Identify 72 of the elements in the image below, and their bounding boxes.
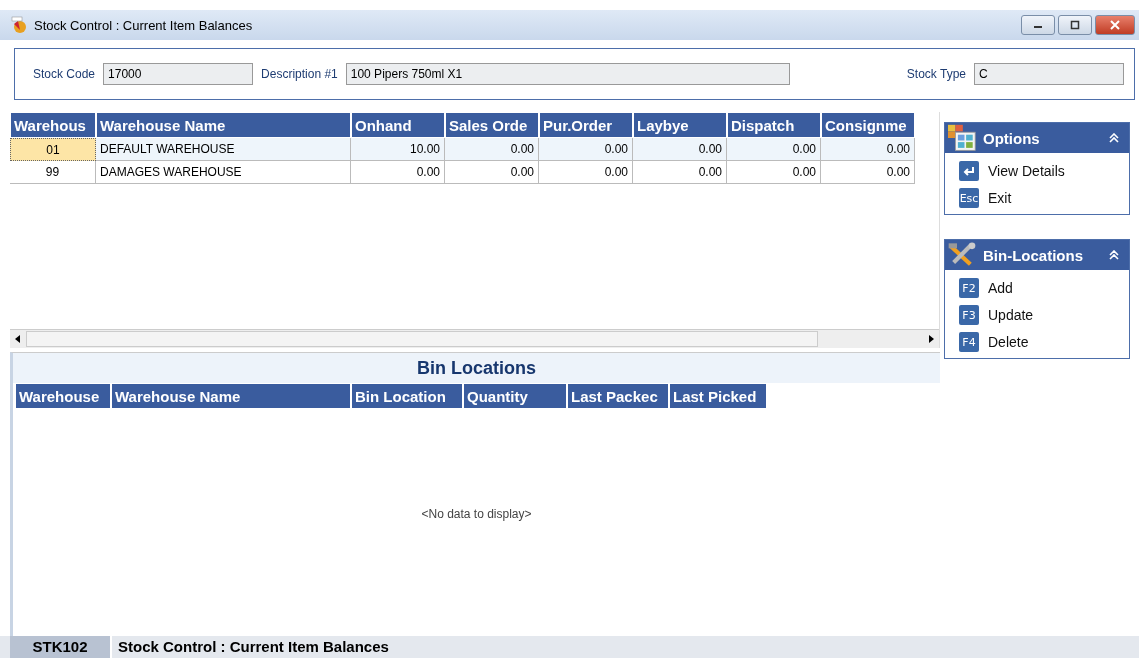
- menu-item[interactable]: Esc Exit: [959, 188, 1129, 208]
- scroll-left-icon: [14, 334, 22, 344]
- column-header[interactable]: Last Packec: [567, 383, 669, 409]
- maximize-button[interactable]: [1058, 15, 1092, 35]
- menu-item-label: Exit: [988, 190, 1012, 206]
- table-cell: 0.00: [539, 138, 633, 161]
- input-field[interactable]: 100 Pipers 750ml X1: [345, 63, 790, 85]
- close-icon: [1110, 20, 1120, 30]
- table-cell: 0.00: [633, 138, 727, 161]
- tiles-icon: [947, 124, 977, 152]
- table-cell: 0.00: [727, 138, 821, 161]
- section-title: Bin Locations: [417, 357, 536, 379]
- menu-item-label: View Details: [988, 163, 1065, 179]
- tools-icon: [947, 242, 977, 268]
- column-header[interactable]: Warehouse Name: [96, 112, 351, 138]
- key-badge: F3: [959, 305, 979, 325]
- enter-key-icon: [959, 161, 979, 181]
- empty-message: <No data to display>: [421, 507, 532, 521]
- menu-item[interactable]: F3 Update: [959, 305, 1129, 325]
- key-badge: F4: [959, 332, 979, 352]
- minimize-button[interactable]: [1021, 15, 1055, 35]
- column-header[interactable]: Quantity: [463, 383, 567, 409]
- table-cell: 0.00: [727, 161, 821, 184]
- table-cell: 01: [10, 138, 96, 161]
- key-badge: Esc: [959, 188, 979, 208]
- collapse-icon: [1109, 250, 1119, 260]
- field-label: Stock Type: [906, 67, 966, 81]
- table-cell: 0.00: [445, 161, 539, 184]
- input-field[interactable]: C: [974, 63, 1124, 85]
- status-text: Stock Control : Current Item Balances: [110, 636, 389, 658]
- key-badge: F2: [959, 278, 979, 298]
- column-header[interactable]: Pur.Order: [539, 112, 633, 138]
- scroll-thumb[interactable]: [26, 331, 818, 347]
- table-cell: 0.00: [821, 138, 915, 161]
- column-header[interactable]: Bin Location: [351, 383, 463, 409]
- column-header[interactable]: Warehouse: [15, 383, 111, 409]
- field-label: Stock Code: [33, 67, 96, 81]
- column-header[interactable]: Consignme: [821, 112, 915, 138]
- field-label: Description #1: [261, 67, 338, 81]
- column-header[interactable]: Last Picked: [669, 383, 767, 409]
- column-header[interactable]: Dispatch: [727, 112, 821, 138]
- column-header[interactable]: Warehouse Name: [111, 383, 351, 409]
- close-button[interactable]: [1095, 15, 1135, 35]
- table-cell: DAMAGES WAREHOUSE: [96, 161, 351, 184]
- window-title: Stock Control : Current Item Balances: [34, 17, 254, 33]
- column-header[interactable]: Onhand: [351, 112, 445, 138]
- column-header[interactable]: Warehous: [10, 112, 96, 138]
- table-cell: DEFAULT WAREHOUSE: [96, 138, 351, 161]
- scroll-right-icon: [927, 334, 935, 344]
- column-header[interactable]: Sales Orde: [445, 112, 539, 138]
- status-code: STK102: [10, 636, 110, 658]
- horizontal-scrollbar[interactable]: [10, 329, 939, 348]
- table-cell: 0.00: [821, 161, 915, 184]
- table-cell: 10.00: [351, 138, 445, 161]
- collapse-icon: [1109, 133, 1119, 143]
- menu-item-label: Update: [988, 307, 1034, 323]
- app-icon: [10, 16, 28, 34]
- menu-item-label: Delete: [988, 334, 1029, 350]
- table-cell: 0.00: [539, 161, 633, 184]
- menu-item[interactable]: View Details: [959, 161, 1129, 181]
- table-cell: 0.00: [445, 138, 539, 161]
- input-field[interactable]: 17000: [103, 63, 254, 85]
- column-header[interactable]: Laybye: [633, 112, 727, 138]
- menu-item[interactable]: F4 Delete: [959, 332, 1129, 352]
- table-cell: 99: [10, 161, 96, 184]
- table-cell: 0.00: [351, 161, 445, 184]
- panel-header[interactable]: Bin-Locations: [945, 240, 1129, 270]
- table-cell: 0.00: [633, 161, 727, 184]
- menu-item[interactable]: F2 Add: [959, 278, 1129, 298]
- menu-item-label: Add: [988, 280, 1013, 296]
- restore-icon: [1070, 20, 1080, 30]
- panel-header[interactable]: Options: [945, 123, 1129, 153]
